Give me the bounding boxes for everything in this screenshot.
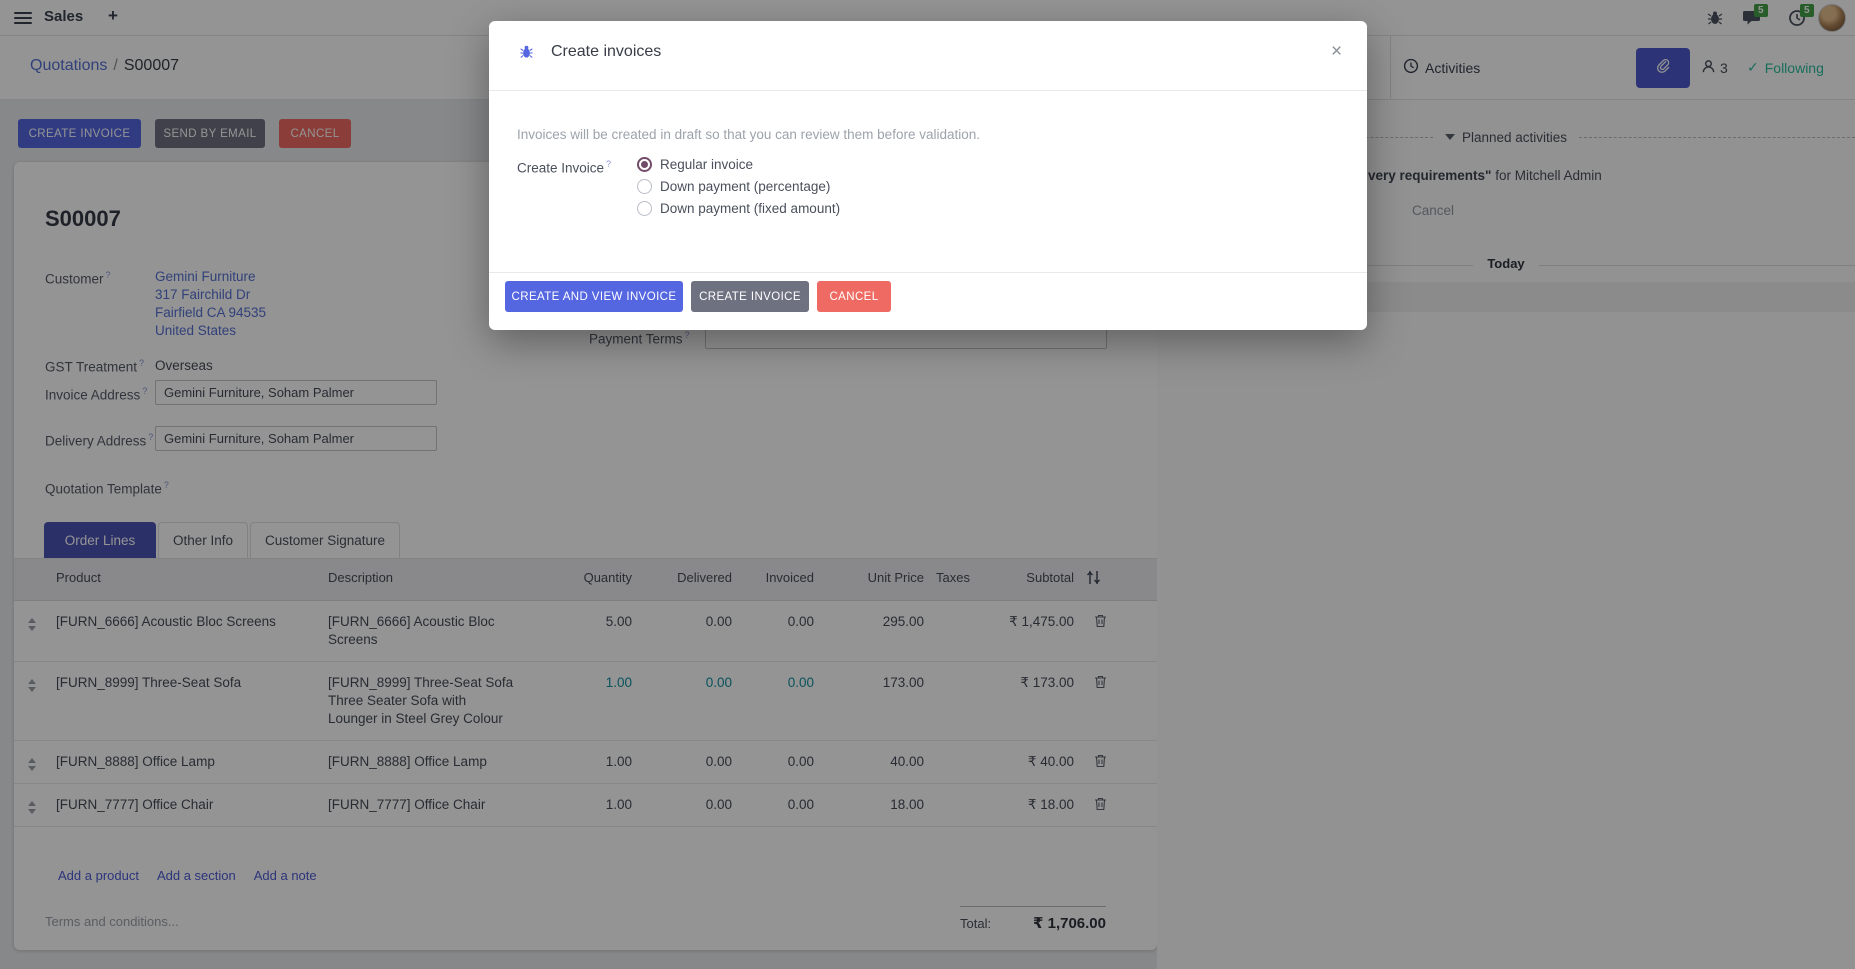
radio-selected-icon — [637, 157, 652, 172]
modal-cancel-button[interactable]: CANCEL — [817, 281, 891, 312]
radio-unselected-icon — [637, 179, 652, 194]
radio-regular-invoice[interactable]: Regular invoice — [637, 157, 753, 172]
close-icon[interactable]: × — [1327, 37, 1346, 67]
create-and-view-invoice-button[interactable]: CREATE AND VIEW INVOICE — [505, 281, 683, 312]
dialog-header-divider — [489, 90, 1367, 91]
dialog-hint-text: Invoices will be created in draft so tha… — [517, 127, 980, 142]
modal-create-invoice-button[interactable]: CREATE INVOICE — [691, 281, 809, 312]
create-invoices-dialog: Create invoices × Invoices will be creat… — [489, 21, 1367, 330]
dialog-title: Create invoices — [551, 43, 661, 61]
create-invoice-field-label: Create Invoice? — [517, 159, 611, 176]
radio-down-payment-fixed[interactable]: Down payment (fixed amount) — [637, 201, 840, 216]
dialog-footer-divider — [489, 272, 1367, 273]
radio-unselected-icon — [637, 201, 652, 216]
radio-down-payment-percentage[interactable]: Down payment (percentage) — [637, 179, 830, 194]
dialog-bug-icon — [519, 44, 534, 65]
